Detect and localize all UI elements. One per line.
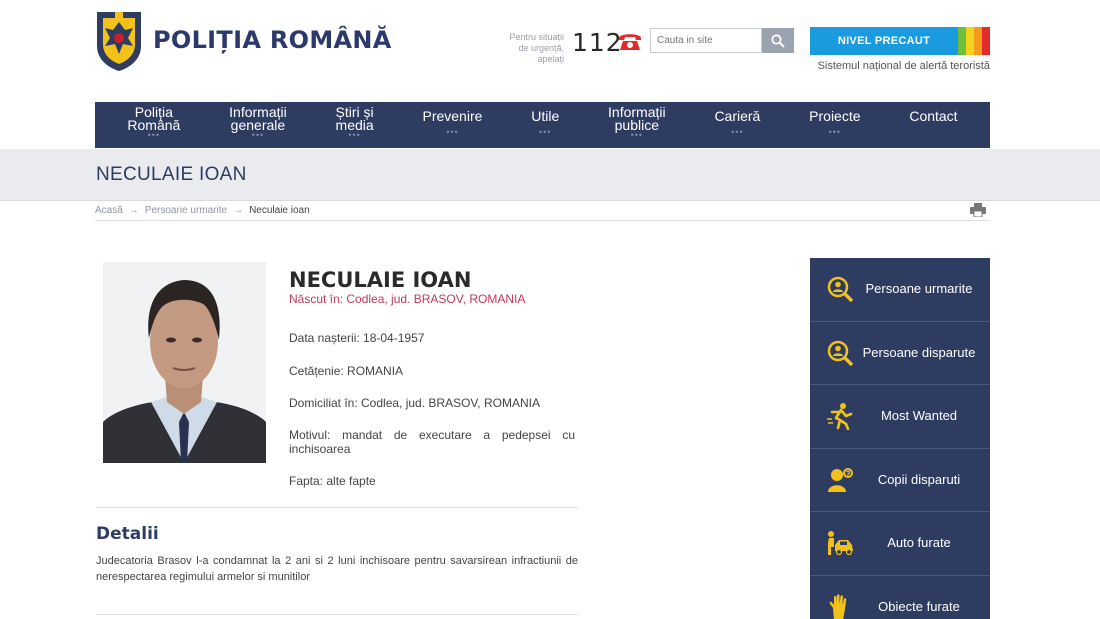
person-photo — [103, 262, 266, 463]
sidebar-item-label: Persoane disparute — [862, 344, 976, 360]
alert-stripe — [974, 27, 982, 55]
nav-proiecte[interactable]: Proiecte ••• — [809, 107, 861, 141]
sidebar-item-label: Auto furate — [887, 535, 951, 551]
child-icon — [828, 467, 853, 492]
nav-dropdown-indicator: ••• — [446, 126, 459, 137]
breadcrumb-arrow-icon: → — [233, 205, 244, 216]
details-text: Judecatoria Brasov l-a condamnat la 2 an… — [96, 555, 578, 583]
sidebar-menu: Persoane urmarite Persoane disparute Mos… — [810, 258, 990, 619]
telephone-icon — [619, 34, 641, 50]
search-button[interactable] — [762, 28, 794, 53]
details-heading: Detalii — [96, 524, 159, 544]
running-person-icon — [827, 403, 853, 431]
emergency-note: Pentru situații de urgență, apelați — [500, 32, 564, 65]
alert-system-subtitle: Sistemul național de alertă teroristă — [817, 60, 990, 72]
emergency-line: apelați — [537, 54, 564, 64]
nav-label: Prevenire — [422, 107, 483, 124]
alert-stripe — [958, 27, 966, 55]
site-logo[interactable]: POLIȚIA ROMÂNĂ — [95, 8, 392, 72]
emergency-line: de urgență, — [518, 43, 564, 53]
nav-stiri-si-media[interactable]: Știri și media ••• — [336, 105, 374, 144]
sidebar-item-label: Obiecte furate — [878, 598, 960, 614]
alert-level-label: NIVEL PRECAUT — [810, 27, 958, 55]
divider — [95, 220, 990, 221]
breadcrumb-wanted[interactable]: Persoane urmarite — [145, 205, 227, 216]
alert-stripe — [966, 27, 974, 55]
breadcrumb: Acasă → Persoane urmarite → Neculaie ioan — [95, 205, 310, 216]
sidebar-item-most-wanted[interactable]: Most Wanted — [810, 385, 990, 449]
hand-icon — [829, 594, 847, 619]
emergency-number[interactable]: 112 — [572, 28, 623, 57]
sidebar-item-persoane-urmarite[interactable]: Persoane urmarite — [810, 258, 990, 322]
nav-contact[interactable]: Contact — [909, 107, 958, 141]
person-birth-date: Data nașterii: 18-04-1957 — [289, 331, 425, 345]
search-icon — [771, 33, 785, 48]
sidebar-item-persoane-disparute[interactable]: Persoane disparute — [810, 322, 990, 385]
sidebar-item-label: Most Wanted — [880, 408, 958, 424]
nav-informatii-publice[interactable]: Informații publice ••• — [608, 105, 666, 144]
sidebar-item-copii-disparuti[interactable]: Copii disparuti — [810, 449, 990, 512]
coat-of-arms-icon — [97, 12, 141, 71]
breadcrumb-arrow-icon: → — [128, 205, 139, 216]
sidebar-item-label: Copii disparuti — [877, 471, 961, 487]
main-navigation: Poliția Română ••• Informații generale ••• Ș… — [95, 102, 990, 148]
page-title: NECULAIE IOAN — [96, 164, 247, 185]
nav-cariera[interactable]: Carieră ••• — [714, 107, 761, 141]
person-reason: Motivul: mandat de executare a pedepsei … — [289, 428, 575, 456]
print-icon[interactable] — [970, 203, 986, 217]
person-name: NECULAIE IOAN — [289, 268, 472, 292]
nav-dropdown-indicator: ••• — [539, 126, 552, 137]
search-person-icon — [827, 340, 854, 366]
sidebar-item-auto-furate[interactable]: Auto furate — [810, 512, 990, 576]
nav-prevenire[interactable]: Prevenire ••• — [422, 107, 483, 141]
person-birthplace: Născut în: Codlea, jud. BRASOV, ROMANIA — [289, 292, 526, 306]
nav-dropdown-indicator: ••• — [828, 126, 842, 137]
search-person-icon — [827, 277, 854, 303]
divider — [96, 507, 578, 508]
person-deed: Fapta: alte fapte — [289, 474, 376, 488]
nav-informatii-generale[interactable]: Informații generale ••• — [229, 105, 287, 144]
person-citizenship: Cetățenie: ROMANIA — [289, 364, 404, 378]
breadcrumb-home[interactable]: Acasă — [95, 205, 123, 216]
nav-label: Contact — [909, 107, 958, 124]
nav-label: Utile — [531, 107, 560, 124]
person-residence: Domiciliat în: Codlea, jud. BRASOV, ROMA… — [289, 396, 540, 410]
nav-politia-romana[interactable]: Poliția Română ••• — [127, 105, 180, 144]
nav-label: Proiecte — [809, 107, 861, 124]
terror-alert-level[interactable]: NIVEL PRECAUT — [810, 27, 990, 55]
nav-dropdown-indicator: ••• — [731, 126, 744, 137]
divider — [96, 614, 578, 615]
nav-utile[interactable]: Utile ••• — [531, 107, 560, 141]
sidebar-item-obiecte-furate[interactable]: Obiecte furate — [810, 576, 990, 619]
alert-stripe — [982, 27, 990, 55]
sidebar-item-label: Persoane urmarite — [865, 281, 973, 297]
nav-label: Carieră — [714, 107, 761, 124]
site-title: POLIȚIA ROMÂNĂ — [153, 26, 392, 54]
search-input[interactable] — [650, 28, 762, 53]
emergency-line: Pentru situații — [509, 32, 564, 42]
car-thief-icon — [828, 531, 853, 556]
nav-spacer — [909, 129, 957, 135]
breadcrumb-current: Neculaie ioan — [249, 205, 310, 216]
